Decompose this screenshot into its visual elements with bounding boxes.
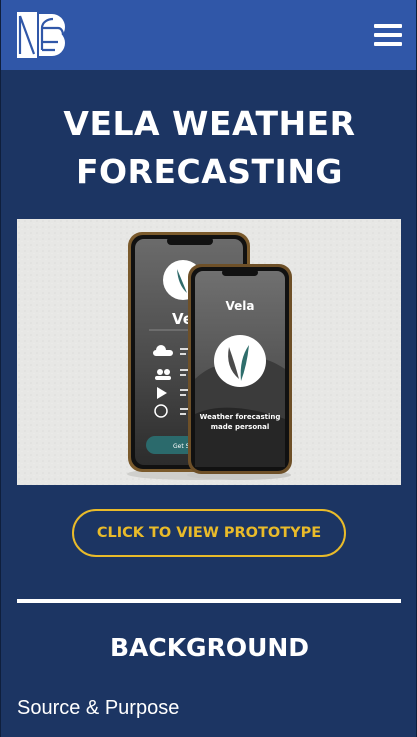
source-purpose-subheading: Source & Purpose [17,697,180,719]
section-divider [17,599,401,603]
phone-mockup-image: Ve Get St Vela Weather forecasting made … [17,219,401,485]
hamburger-menu-icon[interactable] [374,22,402,48]
front-phone-app-name: Vela [226,299,255,313]
page: VELA WEATHER FORECASTING Ve Get St Vela … [0,0,417,737]
navbar [1,0,416,70]
page-title: VELA WEATHER FORECASTING [63,104,356,191]
menu-bar-top [374,24,402,28]
background-heading: BACKGROUND [109,633,310,662]
menu-bar-bottom [374,42,402,46]
sn-logo-icon[interactable] [15,10,67,60]
view-prototype-button[interactable]: CLICK TO VIEW PROTOTYPE [72,509,346,557]
front-phone-tagline-line2: made personal [211,423,270,431]
front-phone-tagline-line1: Weather forecasting [200,413,281,421]
menu-bar-middle [374,33,402,37]
front-phone: Vela Weather forecasting made personal [187,264,292,480]
